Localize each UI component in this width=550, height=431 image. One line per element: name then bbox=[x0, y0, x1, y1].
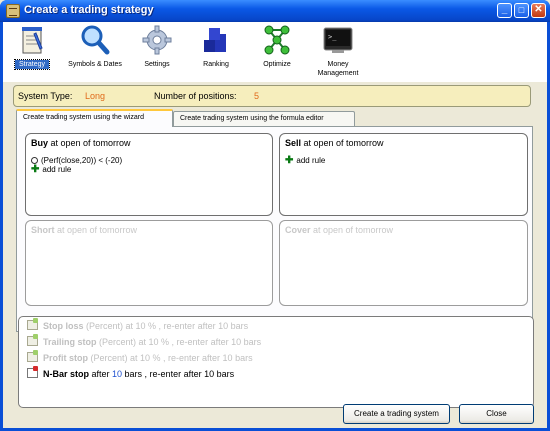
create-trading-system-button[interactable]: Create a trading system bbox=[343, 404, 450, 424]
system-type-value[interactable]: Long bbox=[85, 91, 105, 101]
toolbar-ranking-label: Ranking bbox=[203, 61, 229, 68]
sell-add-rule-link[interactable]: ✚ add rule bbox=[285, 155, 326, 166]
toolbar-money-management-label: Money Management bbox=[317, 61, 359, 77]
buy-rules-box: Buy at open of tomorrow (Perf(close,20))… bbox=[25, 133, 273, 216]
buy-rule-text[interactable]: (Perf(close,20)) < (-20) bbox=[41, 156, 122, 165]
gear-icon bbox=[141, 24, 173, 56]
plus-icon: ✚ bbox=[31, 164, 40, 175]
tab-formula-editor[interactable]: Create trading system using the formula … bbox=[173, 111, 355, 127]
nbar-stop-icon[interactable] bbox=[27, 366, 38, 378]
maximize-button[interactable]: □ bbox=[514, 3, 529, 18]
sell-keyword: Sell bbox=[285, 138, 302, 148]
app-icon bbox=[6, 4, 20, 18]
trailing-stop-name: Trailing stop bbox=[43, 337, 97, 347]
nbar-stop-post: bars , re-enter after 10 bars bbox=[122, 369, 235, 379]
plus-icon: ✚ bbox=[285, 155, 294, 166]
close-button[interactable]: Close bbox=[459, 404, 534, 424]
toolbar-settings[interactable]: Settings bbox=[139, 24, 175, 69]
rule-radio-icon[interactable] bbox=[31, 157, 38, 164]
toolbar-symbols-dates[interactable]: Symbols & Dates bbox=[65, 24, 125, 69]
tab-wizard[interactable]: Create trading system using the wizard bbox=[16, 109, 173, 127]
nbar-stop-pre: after bbox=[89, 369, 113, 379]
toolbar-settings-label: Settings bbox=[144, 61, 170, 68]
profit-stop-icon[interactable] bbox=[27, 350, 38, 362]
stop-loss-icon[interactable] bbox=[27, 318, 38, 330]
nbar-stop-row[interactable]: N-Bar stop after 10 bars , re-enter afte… bbox=[27, 366, 235, 379]
stop-loss-detail: (Percent) at 10 % , re-enter after 10 ba… bbox=[83, 321, 249, 331]
nbar-stop-value[interactable]: 10 bbox=[112, 369, 122, 379]
system-info-bar: System Type: Long Number of positions: 5 bbox=[13, 85, 531, 107]
dialog-client-area: Strategy Symbols & Dates Settings Rankin… bbox=[3, 22, 547, 428]
short-rules-box: Short at open of tomorrow bbox=[25, 220, 273, 306]
trailing-stop-icon[interactable] bbox=[27, 334, 38, 346]
toolbar-money-management[interactable]: >_ Money Management bbox=[315, 24, 361, 78]
buy-rule-row[interactable]: (Perf(close,20)) < (-20) bbox=[31, 156, 122, 165]
trailing-stop-row[interactable]: Trailing stop (Percent) at 10 % , re-ent… bbox=[27, 334, 262, 347]
stop-loss-row[interactable]: Stop loss (Percent) at 10 % , re-enter a… bbox=[27, 318, 249, 331]
profit-stop-detail: (Percent) at 10 % , re-enter after 10 ba… bbox=[88, 353, 253, 363]
positions-label: Number of positions: bbox=[154, 91, 237, 101]
cover-header: Cover at open of tomorrow bbox=[285, 225, 393, 235]
profit-stop-name: Profit stop bbox=[43, 353, 88, 363]
buy-add-rule-label: add rule bbox=[42, 165, 72, 174]
short-suffix: at open of tomorrow bbox=[54, 225, 138, 235]
minimize-button[interactable]: _ bbox=[497, 3, 512, 18]
window-title: Create a trading strategy bbox=[24, 4, 154, 16]
cover-keyword: Cover bbox=[285, 225, 311, 235]
terminal-icon: >_ bbox=[322, 24, 354, 56]
sell-header: Sell at open of tomorrow bbox=[285, 138, 384, 148]
stop-loss-name: Stop loss bbox=[43, 321, 84, 331]
buy-suffix: at open of tomorrow bbox=[48, 138, 131, 148]
wizard-panel: Buy at open of tomorrow (Perf(close,20))… bbox=[16, 126, 533, 332]
short-header: Short at open of tomorrow bbox=[31, 225, 137, 235]
toolbar-symbols-dates-label: Symbols & Dates bbox=[68, 61, 122, 68]
cover-suffix: at open of tomorrow bbox=[310, 225, 394, 235]
nbar-stop-name: N-Bar stop bbox=[43, 369, 90, 379]
dialog-window: Create a trading strategy _ □ ✕ Strategy bbox=[0, 0, 550, 431]
buy-keyword: Buy bbox=[31, 138, 49, 148]
positions-value[interactable]: 5 bbox=[254, 91, 259, 101]
toolbar-strategy[interactable]: Strategy bbox=[14, 24, 50, 70]
sell-add-rule-label: add rule bbox=[296, 156, 326, 165]
strategy-icon bbox=[16, 24, 48, 56]
toolbar-optimize-label: Optimize bbox=[263, 61, 291, 68]
profit-stop-row[interactable]: Profit stop (Percent) at 10 % , re-enter… bbox=[27, 350, 253, 363]
optimize-network-icon bbox=[261, 24, 293, 56]
system-type-label: System Type: bbox=[18, 91, 73, 101]
svg-text:>_: >_ bbox=[328, 33, 337, 41]
toolbar: Strategy Symbols & Dates Settings Rankin… bbox=[3, 22, 547, 82]
sell-suffix: at open of tomorrow bbox=[301, 138, 384, 148]
short-keyword: Short bbox=[31, 225, 55, 235]
sell-rules-box: Sell at open of tomorrow ✚ add rule bbox=[279, 133, 528, 216]
cover-rules-box: Cover at open of tomorrow bbox=[279, 220, 528, 306]
toolbar-strategy-label: Strategy bbox=[14, 59, 50, 70]
close-window-button[interactable]: ✕ bbox=[531, 3, 546, 18]
stops-panel: Stop loss (Percent) at 10 % , re-enter a… bbox=[18, 316, 534, 408]
toolbar-ranking[interactable]: Ranking bbox=[199, 24, 233, 69]
magnifier-icon bbox=[79, 24, 111, 56]
title-bar[interactable]: Create a trading strategy _ □ ✕ bbox=[0, 0, 550, 22]
trailing-stop-detail: (Percent) at 10 % , re-enter after 10 ba… bbox=[96, 337, 262, 347]
buy-header: Buy at open of tomorrow bbox=[31, 138, 131, 148]
ranking-blocks-icon bbox=[200, 24, 232, 56]
buy-add-rule-link[interactable]: ✚ add rule bbox=[31, 164, 72, 175]
toolbar-optimize[interactable]: Optimize bbox=[259, 24, 295, 69]
